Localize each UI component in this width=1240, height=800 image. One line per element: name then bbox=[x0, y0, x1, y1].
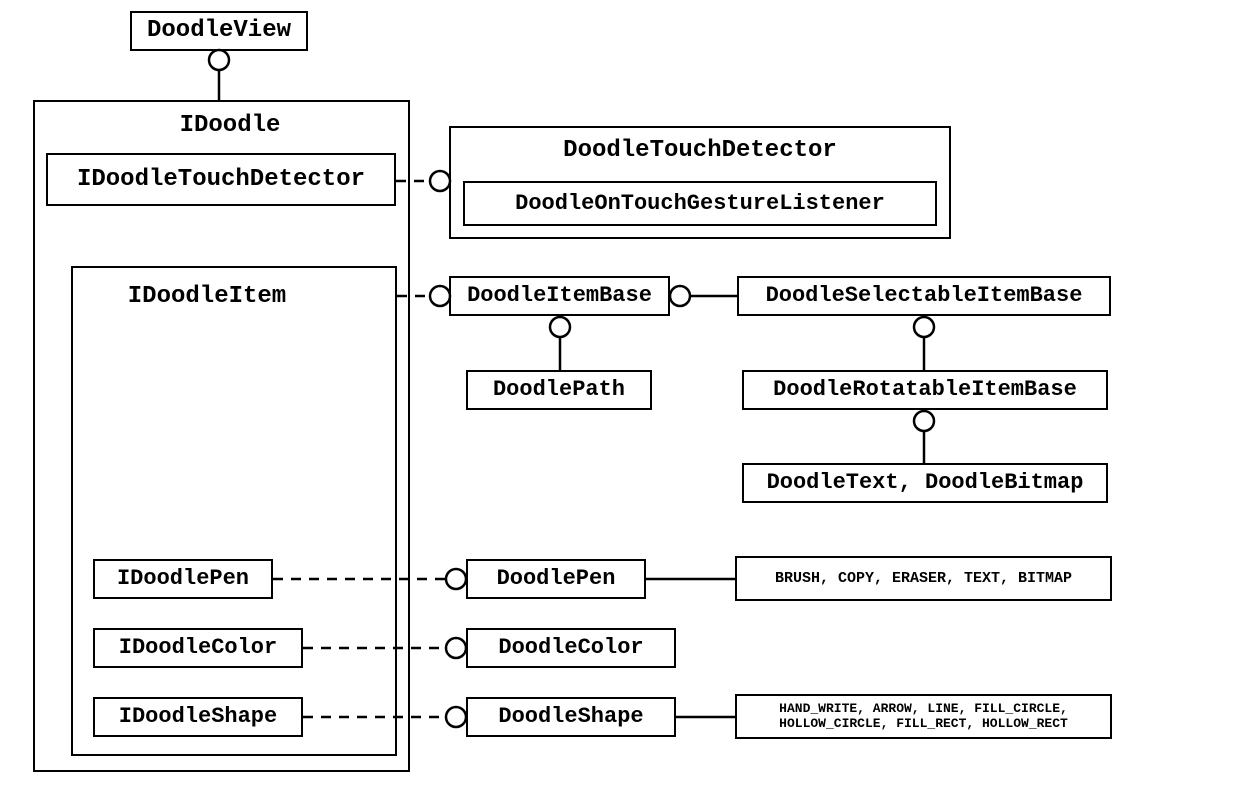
node-label: IDoodleColor bbox=[119, 635, 277, 660]
node-label: DoodleItemBase bbox=[467, 283, 652, 308]
node-label: DoodleShape bbox=[498, 704, 643, 729]
node-label: DoodleOnTouchGestureListener bbox=[515, 191, 885, 216]
connector-rotatable-textbitmap bbox=[914, 410, 934, 463]
node-doodlepen: DoodlePen bbox=[466, 559, 646, 599]
node-label: DoodleText, DoodleBitmap bbox=[767, 470, 1084, 495]
node-label: DoodleRotatableItemBase bbox=[773, 377, 1077, 402]
node-label: DoodlePen bbox=[497, 566, 616, 591]
node-penvalues: BRUSH, COPY, ERASER, TEXT, BITMAP bbox=[735, 556, 1112, 601]
node-doodlecolor: DoodleColor bbox=[466, 628, 676, 668]
container-idoodleitem bbox=[71, 266, 397, 756]
node-doodleselectableitembase: DoodleSelectableItemBase bbox=[737, 276, 1111, 316]
node-doodlepath: DoodlePath bbox=[466, 370, 652, 410]
node-idoodlecolor: IDoodleColor bbox=[93, 628, 303, 668]
node-idoodleshape: IDoodleShape bbox=[93, 697, 303, 737]
title-doodletouchdetector: DoodleTouchDetector bbox=[560, 137, 840, 164]
node-idoodletouchdetector: IDoodleTouchDetector bbox=[46, 153, 396, 206]
node-label: DoodleSelectableItemBase bbox=[766, 283, 1083, 308]
node-label: IDoodleShape bbox=[119, 704, 277, 729]
node-label: IDoodleItem bbox=[128, 283, 286, 310]
node-doodleshape: DoodleShape bbox=[466, 697, 676, 737]
node-doodlerotatableitembase: DoodleRotatableItemBase bbox=[742, 370, 1108, 410]
node-label: DoodleTouchDetector bbox=[563, 137, 837, 164]
node-doodleontouchgesturelistener: DoodleOnTouchGestureListener bbox=[463, 181, 937, 226]
node-label: IDoodle bbox=[180, 112, 281, 139]
node-label: IDoodleTouchDetector bbox=[77, 166, 365, 194]
node-label: IDoodlePen bbox=[117, 566, 249, 591]
node-doodleitembase: DoodleItemBase bbox=[449, 276, 670, 316]
node-label: HAND_WRITE, ARROW, LINE, FILL_CIRCLE, HO… bbox=[745, 702, 1102, 732]
node-doodleview: DoodleView bbox=[130, 11, 308, 51]
node-doodletextbitmap: DoodleText, DoodleBitmap bbox=[742, 463, 1108, 503]
title-idoodleitem: IDoodleItem bbox=[107, 283, 307, 310]
connector-doodleview-idoodle bbox=[209, 50, 229, 100]
node-shapevalues: HAND_WRITE, ARROW, LINE, FILL_CIRCLE, HO… bbox=[735, 694, 1112, 739]
connector-doodleitembase-doodlepath bbox=[550, 316, 570, 370]
node-label: DoodleColor bbox=[498, 635, 643, 660]
connector-doodleitembase-doodleselectableitembase bbox=[670, 286, 737, 306]
title-idoodle: IDoodle bbox=[150, 112, 310, 139]
node-label: DoodlePath bbox=[493, 377, 625, 402]
node-label: BRUSH, COPY, ERASER, TEXT, BITMAP bbox=[775, 570, 1072, 587]
node-label: DoodleView bbox=[147, 17, 291, 45]
node-idoodlepen: IDoodlePen bbox=[93, 559, 273, 599]
connector-selectable-rotatable bbox=[914, 316, 934, 370]
